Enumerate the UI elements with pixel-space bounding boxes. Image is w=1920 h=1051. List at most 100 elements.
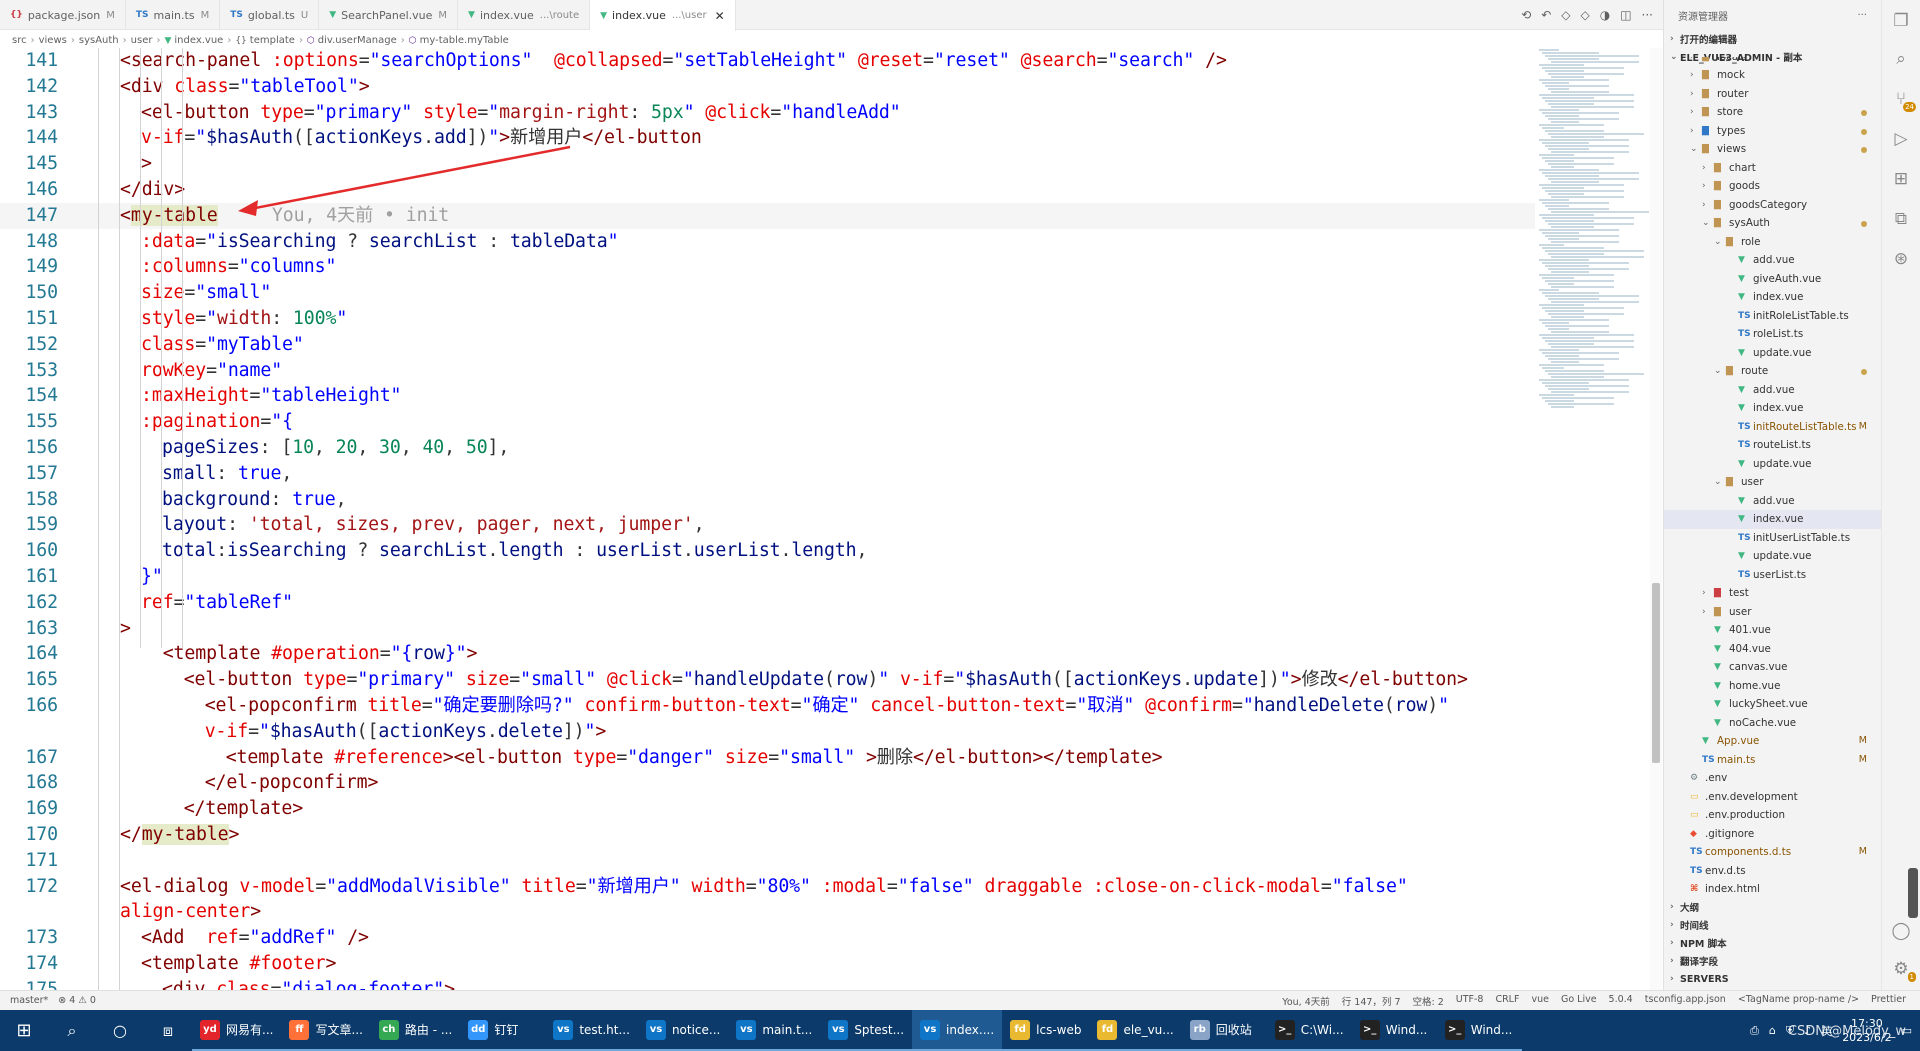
taskbar-app[interactable]: >_ C:\Wi... [1266,1010,1352,1051]
code-line[interactable]: 146 </div> [0,177,1535,203]
taskbar-app[interactable]: ff 写文章... [281,1010,371,1051]
side-scroll-handle[interactable] [1908,868,1918,918]
taskbar-app[interactable]: >_ Wind... [1351,1010,1437,1051]
code-line[interactable]: 150 size="small" [0,280,1535,306]
code-line[interactable]: 161}" [0,564,1535,590]
tree-item-mock[interactable]: › ▇ mock [1664,66,1881,85]
breadcrumb-item[interactable]: ⬡ div.userManage [307,35,397,46]
tree-item-401-vue[interactable]: ▼ 401.vue [1664,621,1881,640]
search-icon[interactable]: ⌕ [48,1021,96,1041]
tree-item-route[interactable]: ⌄ ▇ route [1664,362,1881,381]
tree-item-inituserlisttable-ts[interactable]: TS initUserListTable.ts [1664,529,1881,548]
more-icon[interactable]: ··· [1857,10,1867,21]
code-line[interactable]: 149:columns="columns" [0,254,1535,280]
tree-item-types[interactable]: › ▇ types [1664,122,1881,141]
taskbar-app[interactable]: ch 路由 - ... [370,1010,461,1051]
tree-item-update-vue[interactable]: ▼ update.vue [1664,344,1881,363]
tree-item-add-vue[interactable]: ▼ add.vue [1664,492,1881,511]
git-graph-icon[interactable]: ⊛ [1890,248,1912,270]
more-actions-icon[interactable]: ··· [1642,8,1653,22]
tab-main-ts[interactable]: TS main.ts M [126,0,221,30]
tab-searchpanel-vue[interactable]: ▼ SearchPanel.vue M [319,0,459,30]
tree-item-main-ts[interactable]: TS main.ts M [1664,751,1881,770]
taskbar-app[interactable]: fd ele_vu... [1089,1010,1182,1051]
taskbar-app[interactable]: vs test.ht... [545,1010,638,1051]
panel-section[interactable]: › 大纲 [1664,898,1881,916]
status-item[interactable]: <TagName prop-name /> [1738,994,1859,1008]
code-line[interactable]: 141 <search-panel :options="searchOptions… [0,48,1535,74]
panel-section[interactable]: › 时间线 [1664,916,1881,934]
scrollbar-thumb[interactable] [1652,583,1660,763]
taskbar-app[interactable]: vs notice... [637,1010,729,1051]
code-line[interactable]: 152 class="myTable" [0,332,1535,358]
code-line[interactable]: 143 <el-button type="primary" style="marg… [0,100,1535,126]
timeline-icon[interactable]: ⟲ [1521,8,1531,22]
tree-item-goodscategory[interactable]: › ▇ goodsCategory [1664,196,1881,215]
code-line[interactable]: 167 <template #reference><el-button type… [0,745,1535,771]
tree-item--gitignore[interactable]: ◆ .gitignore [1664,825,1881,844]
prev-change-icon[interactable]: ◇ [1561,8,1570,22]
tree-item-sysauth[interactable]: ⌄ ▇ sysAuth [1664,214,1881,233]
breadcrumb-item[interactable]: sysAuth [79,35,119,46]
breadcrumb-item[interactable]: ⬡ my-table.myTable [409,35,509,46]
code-line[interactable]: 157 small: true, [0,461,1535,487]
tree-item-userlist-ts[interactable]: TS userList.ts [1664,566,1881,585]
windows-start-icon[interactable]: ⊞ [0,1020,48,1041]
tree-item-luckysheet-vue[interactable]: ▼ luckySheet.vue [1664,695,1881,714]
status-item[interactable]: Go Live [1561,994,1597,1008]
go-back-icon[interactable]: ↶ [1541,8,1551,22]
code-line[interactable]: 173 <Add ref="addRef" /> [0,925,1535,951]
printer-icon[interactable]: ⎙ [1750,1024,1759,1038]
taskbar-app[interactable]: dd 钉钉 [460,1010,546,1051]
panel-section[interactable]: › SERVERS [1664,970,1881,988]
taskbar-app[interactable]: rb 回收站 [1181,1010,1267,1051]
tree-item-index-vue[interactable]: ▼ index.vue [1664,288,1881,307]
tree-item-env-d-ts[interactable]: TS env.d.ts [1664,862,1881,881]
code-line[interactable]: 151 style="width: 100%" [0,306,1535,332]
code-line[interactable]: 163 > [0,616,1535,642]
tree-item-update-vue[interactable]: ▼ update.vue [1664,455,1881,474]
tree-item-test[interactable]: › ▇ test [1664,584,1881,603]
code-line[interactable]: 170 </my-table> [0,822,1535,848]
tree-item-user[interactable]: › ▇ user [1664,603,1881,622]
tree-item-initroutelisttable-ts[interactable]: TS initRouteListTable.ts M [1664,418,1881,437]
taskbar-app[interactable]: vs main.t... [728,1010,821,1051]
code-line[interactable]: 148:data="isSearching ? searchList : tab… [0,229,1535,255]
tree-item--env[interactable]: ⚙ .env [1664,769,1881,788]
explorer-icon[interactable]: ❐ [1890,10,1912,32]
taskbar-app[interactable]: >_ Wind... [1436,1010,1522,1051]
code-line[interactable]: 172 <el-dialog v-model="addModalVisible" … [0,874,1535,900]
code-line[interactable]: v-if="$hasAuth([actionKeys.delete])"> [0,719,1535,745]
tree-item-index-vue[interactable]: ▼ index.vue [1664,510,1881,529]
code-line[interactable]: 155:pagination="{ [0,409,1535,435]
tree-item-views[interactable]: ⌄ ▇ views [1664,140,1881,159]
tree-item-components-d-ts[interactable]: TS components.d.ts M [1664,843,1881,862]
code-editor[interactable]: 141 <search-panel :options="searchOptions… [0,48,1535,990]
extensions-icon[interactable]: ⊞ [1890,168,1912,190]
compare-icon[interactable]: ◑ [1600,8,1610,22]
tree-item-initrolelisttable-ts[interactable]: TS initRoleListTable.ts [1664,307,1881,326]
breadcrumb-item[interactable]: src [12,35,27,46]
tab-package-json[interactable]: {} package.json M [0,0,126,30]
next-change-icon[interactable]: ◇ [1580,8,1589,22]
tree-item-routelist-ts[interactable]: TS routeList.ts [1664,436,1881,455]
code-line[interactable]: align-center> [0,899,1535,925]
code-line[interactable]: 145 > [0,151,1535,177]
taskbar-app[interactable]: vs Sptest... [820,1010,913,1051]
panel-section[interactable]: › 翻译字段 [1664,952,1881,970]
cortana-icon[interactable]: ○ [96,1021,144,1040]
tree-item-locals[interactable]: › ▇ locals [1664,57,1881,66]
code-line[interactable]: 142 <div class="tableTool"> [0,74,1535,100]
status-item[interactable]: 5.0.4 [1609,994,1633,1008]
tree-item-canvas-vue[interactable]: ▼ canvas.vue [1664,658,1881,677]
status-item[interactable]: UTF-8 [1456,994,1484,1008]
code-line[interactable]: 169 </template> [0,796,1535,822]
tree-item--env-development[interactable]: ▭ .env.development [1664,788,1881,807]
code-line[interactable]: 147 <my-table You, 4天前 • init [0,202,1535,229]
split-editor-icon[interactable]: ◫ [1620,8,1631,22]
minimap[interactable] [1535,48,1650,468]
code-line[interactable]: 164 <template #operation="{row}"> [0,641,1535,667]
taskbar-app[interactable]: vs index.... [912,1010,1003,1051]
tree-item--env-production[interactable]: ▭ .env.production [1664,806,1881,825]
code-line[interactable]: 165 <el-button type="primary" size="smal… [0,667,1535,693]
